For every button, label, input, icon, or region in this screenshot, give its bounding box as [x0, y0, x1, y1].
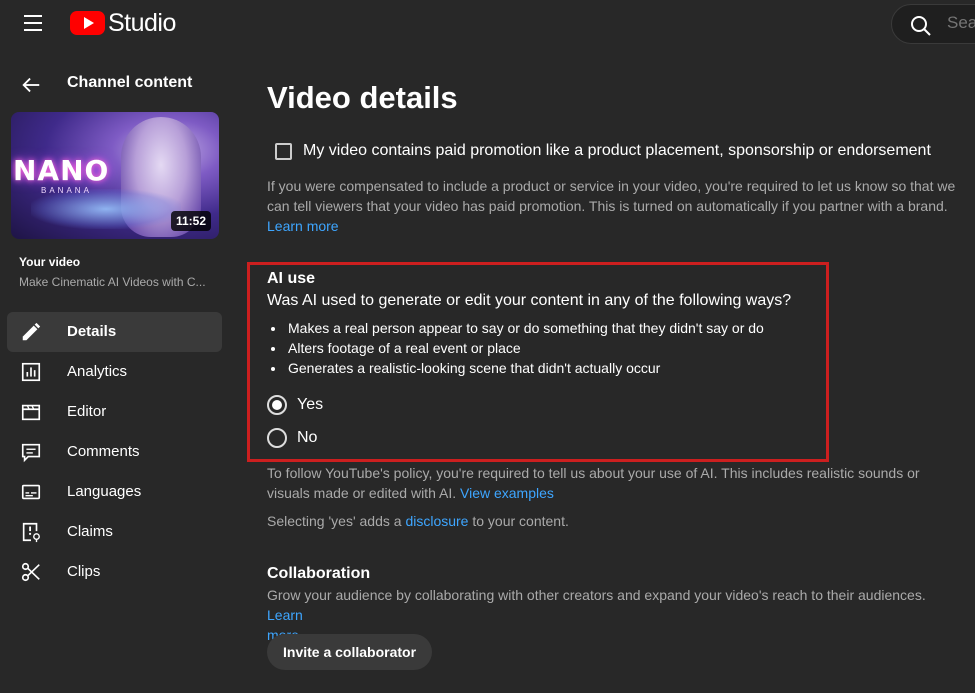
your-video-label: Your video	[19, 255, 81, 269]
sidebar-item-label: Comments	[67, 443, 140, 460]
channel-content-title: Channel content	[67, 74, 193, 91]
search-icon[interactable]	[909, 14, 933, 38]
video-title[interactable]: Make Cinematic AI Videos with C...	[19, 275, 214, 289]
ai-policy-description: To follow YouTube's policy, you're requi…	[267, 463, 962, 503]
sidebar-item-label: Editor	[67, 403, 107, 420]
sidebar-item-label: Languages	[67, 483, 142, 500]
paid-promotion-description-line: If you were compensated to include a pro…	[267, 178, 956, 194]
search-input[interactable]	[947, 13, 975, 33]
list-item: Generates a realistic-looking scene that…	[267, 358, 764, 378]
sidebar: Channel content NANO BANANA 11:52 Your v…	[0, 46, 230, 693]
collaboration-heading: Collaboration	[267, 565, 371, 582]
sidebar-item-label: Analytics	[67, 363, 128, 380]
ai-use-no-radio[interactable]	[267, 428, 287, 448]
paid-promotion-description-line: can tell viewers that your video has pai…	[267, 198, 948, 214]
video-thumbnail[interactable]: NANO BANANA 11:52	[11, 112, 219, 239]
sidebar-item-comments[interactable]: Comments	[7, 432, 222, 472]
disclosure-note-suffix: to your content.	[472, 513, 569, 529]
studio-logo[interactable]: Studio	[70, 9, 176, 37]
ai-use-bullet-list: Makes a real person appear to say or do …	[267, 318, 764, 378]
sidebar-item-clips[interactable]: Clips	[7, 552, 222, 592]
disclosure-note: Selecting 'yes' adds a disclosure to you…	[267, 511, 962, 531]
claims-icon	[22, 522, 40, 543]
pencil-icon	[22, 322, 41, 341]
list-item: Makes a real person appear to say or do …	[267, 318, 764, 338]
top-bar: Studio	[0, 0, 975, 46]
paid-promotion-description: If you were compensated to include a pro…	[267, 176, 962, 236]
logo-text: Studio	[108, 8, 176, 37]
ai-policy-line: To follow YouTube's policy, you're requi…	[267, 465, 920, 481]
paid-promotion-label[interactable]: My video contains paid promotion like a …	[303, 142, 931, 160]
duration-badge: 11:52	[170, 211, 211, 231]
comments-icon	[21, 443, 41, 463]
view-examples-link[interactable]: View examples	[460, 485, 554, 501]
sidebar-item-label: Details	[67, 323, 117, 340]
ai-policy-line: visuals made or edited with AI.	[267, 485, 457, 501]
ai-use-yes-label[interactable]: Yes	[297, 396, 323, 414]
youtube-play-icon	[70, 11, 105, 35]
analytics-icon	[21, 362, 41, 382]
hamburger-menu-icon[interactable]	[20, 12, 46, 34]
thumbnail-title: NANO	[13, 154, 110, 187]
disclosure-note-prefix: Selecting 'yes' adds a	[267, 513, 402, 529]
ai-use-yes-radio[interactable]	[267, 395, 287, 415]
sidebar-item-analytics[interactable]: Analytics	[7, 352, 222, 392]
thumbnail-subtitle: BANANA	[41, 186, 92, 195]
collaboration-text: Grow your audience by collaborating with…	[267, 587, 926, 603]
sidebar-item-claims[interactable]: Claims	[7, 512, 222, 552]
invite-collaborator-button[interactable]: Invite a collaborator	[267, 634, 433, 670]
page-title: Video details	[267, 80, 458, 115]
ai-use-question: Was AI used to generate or edit your con…	[267, 292, 792, 309]
sidebar-item-details[interactable]: Details	[7, 312, 222, 352]
collaboration-learn-more-link[interactable]: Learn	[267, 607, 303, 623]
sidebar-item-label: Clips	[67, 563, 101, 580]
scissors-icon	[21, 562, 40, 582]
back-arrow-icon[interactable]	[20, 74, 42, 96]
languages-icon	[21, 484, 41, 500]
ai-use-no-label[interactable]: No	[297, 429, 317, 447]
editor-icon	[21, 404, 41, 421]
ai-use-heading: AI use	[267, 270, 316, 287]
learn-more-link[interactable]: Learn more	[267, 218, 339, 234]
list-item: Alters footage of a real event or place	[267, 338, 764, 358]
sidebar-item-label: Claims	[67, 523, 113, 540]
paid-promotion-checkbox[interactable]	[275, 143, 292, 160]
sidebar-item-editor[interactable]: Editor	[7, 392, 222, 432]
search-bar[interactable]	[891, 4, 975, 44]
sidebar-item-languages[interactable]: Languages	[7, 472, 222, 512]
thumbnail-clouds	[31, 189, 181, 229]
disclosure-link[interactable]: disclosure	[405, 513, 468, 529]
